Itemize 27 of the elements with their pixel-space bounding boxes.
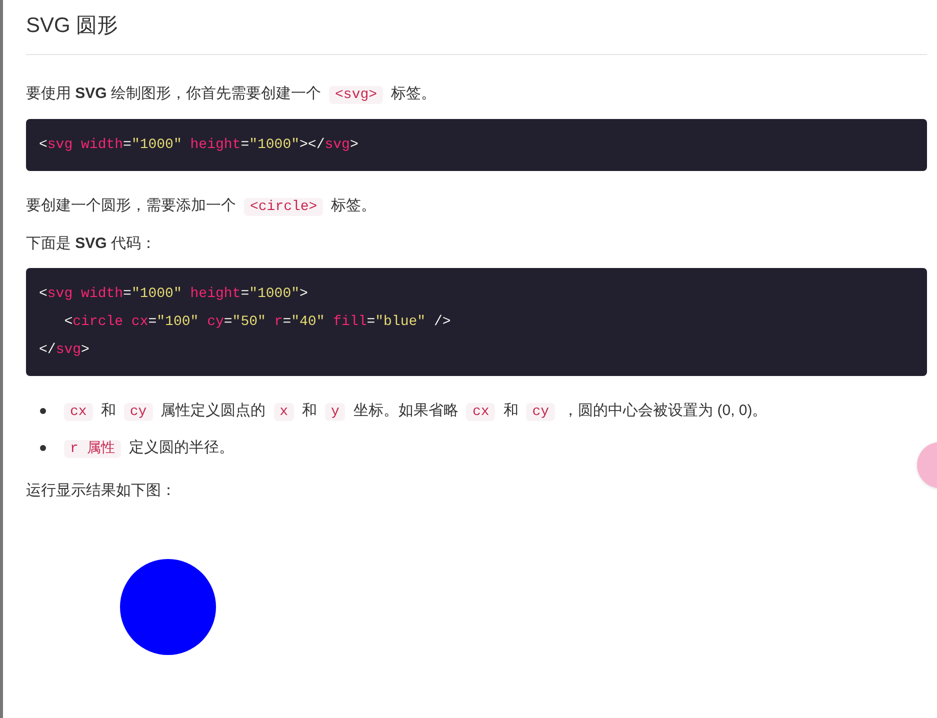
inline-code: r 属性 [64, 440, 121, 458]
paragraph-text: 坐标。如果省略 [353, 402, 458, 418]
code-block: <svg width="1000" height="1000"> <circle cx="100" cy="50" r="40" fill="blue" /> </svg> [26, 268, 927, 376]
paragraph-text: 运行显示结果如下图： [26, 482, 176, 498]
paragraph-text: 标签。 [391, 84, 436, 102]
inline-code: cx [64, 402, 93, 420]
inline-code: cy [526, 402, 556, 420]
section-heading: SVG 圆形 [26, 0, 927, 54]
inline-code: <circle> [244, 198, 324, 216]
paragraph-text: 要创建一个圆形，需要添加一个 [26, 196, 236, 214]
paragraph-text: ，圆的中心会被设置为 (0, 0)。 [563, 402, 768, 418]
paragraph-text: 和 [503, 402, 518, 418]
inline-code: cy [124, 402, 153, 420]
paragraph-text: 和 [100, 402, 116, 418]
paragraph-text: 标签。 [331, 196, 376, 214]
bullet-icon [40, 408, 46, 414]
inline-code: y [325, 402, 346, 420]
inline-code: x [274, 402, 294, 420]
paragraph-text: 下面是 SVG 代码： [26, 234, 156, 252]
code-block: <svg width="1000" height="1000"></svg> [26, 118, 927, 170]
paragraph-text: 定义圆的半径。 [128, 438, 234, 456]
inline-code: cx [466, 402, 496, 420]
paragraph-text: 和 [302, 402, 318, 418]
bullet-icon [40, 445, 46, 451]
paragraph-text: 属性定义圆点的 [160, 402, 266, 418]
inline-code: <svg> [329, 86, 384, 104]
paragraph-text: 要使用 SVG 绘制图形，你首先需要创建一个 [26, 84, 322, 102]
